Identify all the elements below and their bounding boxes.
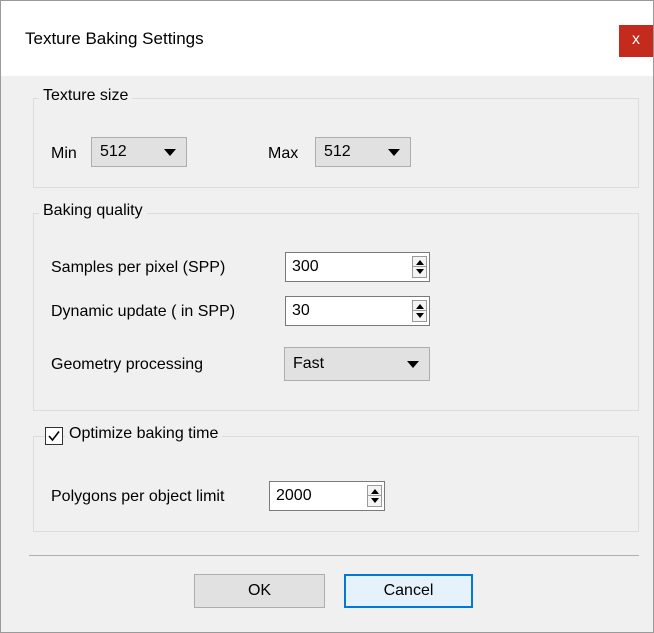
optimize-checkbox[interactable] (45, 427, 63, 445)
polygons-value: 2000 (276, 487, 312, 504)
spin-down-icon[interactable] (416, 269, 424, 274)
max-size-value: 512 (324, 143, 351, 160)
chevron-down-icon (388, 149, 400, 156)
spin-down-icon[interactable] (416, 313, 424, 318)
cancel-button[interactable]: Cancel (344, 574, 473, 608)
geometry-processing-value: Fast (293, 355, 325, 372)
spp-stepper-buttons[interactable] (412, 256, 427, 278)
spp-value: 300 (292, 258, 319, 275)
dialog-title: Texture Baking Settings (25, 29, 204, 48)
title-bar: Texture Baking Settings x (1, 1, 653, 76)
max-size-select[interactable]: 512 (315, 137, 411, 167)
dynamic-update-spinbox[interactable]: 30 (285, 296, 430, 326)
geometry-processing-label: Geometry processing (51, 356, 204, 373)
close-icon: x (632, 31, 640, 48)
chevron-down-icon (407, 361, 419, 368)
spp-label: Samples per pixel (SPP) (51, 259, 226, 276)
divider (29, 555, 639, 556)
spin-up-icon[interactable] (416, 260, 424, 265)
spin-up-icon[interactable] (371, 489, 379, 494)
min-label: Min (51, 145, 77, 162)
texture-baking-dialog: Texture Baking Settings x Texture size M… (0, 0, 654, 633)
min-size-select[interactable]: 512 (91, 137, 187, 167)
dynamic-update-value: 30 (292, 302, 310, 319)
ok-button[interactable]: OK (194, 574, 325, 608)
baking-quality-legend: Baking quality (39, 202, 147, 220)
polygons-spinbox[interactable]: 2000 (269, 481, 385, 511)
check-icon (48, 431, 60, 442)
close-button[interactable]: x (619, 25, 653, 57)
chevron-down-icon (164, 149, 176, 156)
polygons-label: Polygons per object limit (51, 488, 225, 505)
spp-spinbox[interactable]: 300 (285, 252, 430, 282)
min-size-value: 512 (100, 143, 127, 160)
dynamic-update-stepper-buttons[interactable] (412, 300, 427, 322)
polygons-stepper-buttons[interactable] (367, 485, 382, 507)
texture-size-legend: Texture size (39, 87, 133, 105)
optimize-label[interactable]: Optimize baking time (65, 425, 223, 443)
spin-up-icon[interactable] (416, 304, 424, 309)
spin-down-icon[interactable] (371, 498, 379, 503)
max-label: Max (268, 145, 299, 162)
dynamic-update-label: Dynamic update ( in SPP) (51, 303, 236, 320)
geometry-processing-select[interactable]: Fast (284, 347, 430, 381)
